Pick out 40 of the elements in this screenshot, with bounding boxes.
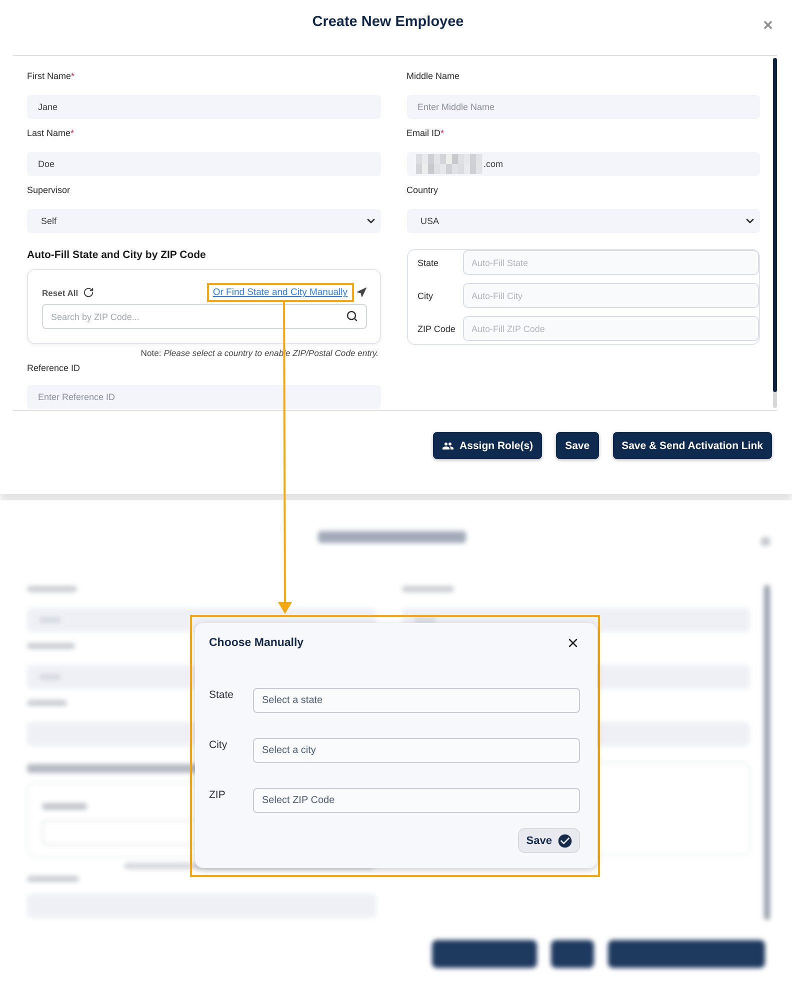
people-icon bbox=[442, 440, 454, 452]
field-label: Supervisor bbox=[27, 184, 70, 197]
text-field[interactable]: Enter Reference ID bbox=[27, 385, 380, 409]
field-label: Last Name* bbox=[27, 127, 74, 140]
select-field[interactable]: Select a state bbox=[253, 688, 580, 713]
save-button[interactable]: Save bbox=[556, 432, 599, 459]
select-field[interactable]: USA bbox=[406, 209, 760, 233]
popup-title: Choose Manually bbox=[209, 636, 304, 650]
assign-roles-button[interactable]: Assign Role(s) bbox=[432, 432, 542, 459]
save-and-send-link-button[interactable]: Save & Send Activation Link bbox=[612, 432, 772, 459]
select-field[interactable]: Select a city bbox=[253, 738, 580, 763]
section-heading: Auto-Fill State and City by ZIP Code bbox=[27, 248, 206, 262]
field-label: Country bbox=[406, 184, 438, 197]
field-label: First Name* bbox=[27, 70, 75, 83]
field-label: Email ID* bbox=[406, 127, 444, 140]
navigation-arrow-icon[interactable] bbox=[356, 287, 366, 298]
reset-all-label[interactable]: Reset All bbox=[42, 288, 78, 298]
select-field[interactable]: Self bbox=[27, 209, 380, 233]
refresh-icon[interactable] bbox=[83, 287, 94, 298]
field-label: City bbox=[418, 290, 433, 300]
text-field[interactable]: Auto-Fill State bbox=[462, 250, 759, 275]
search-icon[interactable] bbox=[346, 310, 358, 322]
text-field[interactable]: Jane bbox=[27, 95, 380, 119]
field-label: Reference ID bbox=[27, 362, 80, 375]
text-field[interactable]: Doe bbox=[27, 152, 380, 176]
field-label: State bbox=[418, 258, 439, 268]
field-label: ZIP bbox=[209, 788, 226, 802]
save-button[interactable]: Save bbox=[518, 828, 580, 853]
manual-lookup-link[interactable]: Or Find State and City Manually bbox=[212, 287, 348, 298]
text-field[interactable]: Auto-Fill City bbox=[462, 283, 759, 308]
close-icon[interactable] bbox=[566, 636, 580, 650]
field-label: Middle Name bbox=[406, 70, 460, 83]
select-field[interactable]: Select ZIP Code bbox=[253, 788, 580, 813]
field-label: State bbox=[209, 688, 234, 702]
dialog-title: Create New Employee bbox=[312, 14, 464, 31]
field-label: ZIP Code bbox=[418, 324, 456, 334]
field-label: City bbox=[209, 738, 228, 752]
text-field[interactable]: Auto-Fill ZIP Code bbox=[462, 316, 759, 341]
text-field[interactable]: Enter Middle Name bbox=[406, 95, 760, 119]
zip-search-field[interactable]: Search by ZIP Code... bbox=[42, 304, 366, 329]
